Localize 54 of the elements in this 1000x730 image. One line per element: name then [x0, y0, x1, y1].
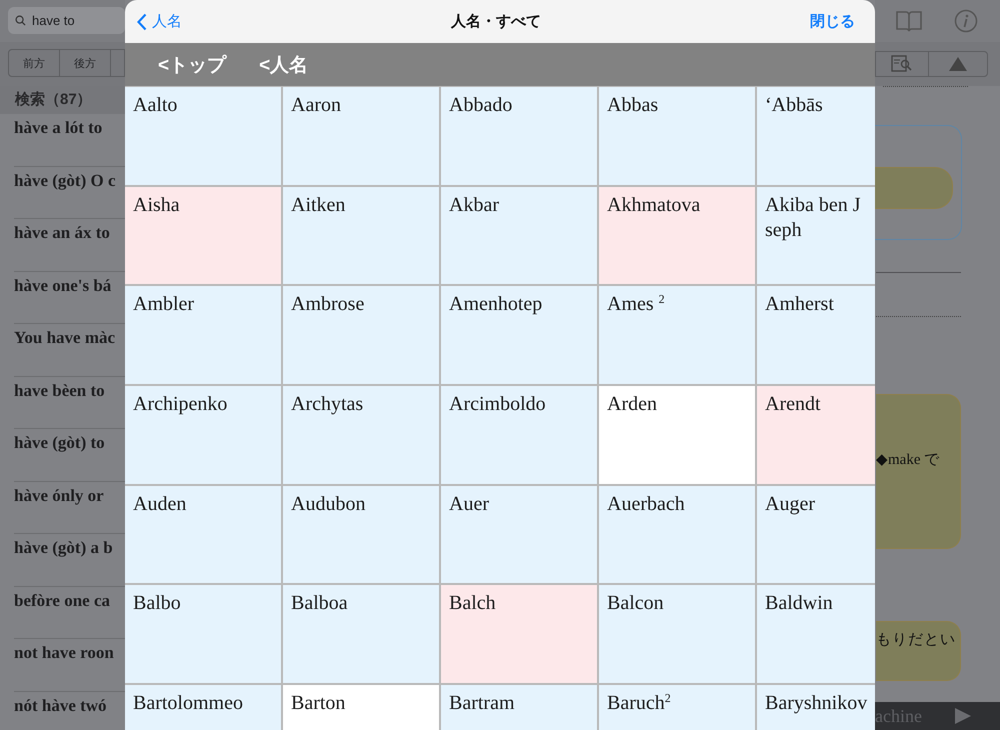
name-cell[interactable]: Abbado [441, 87, 597, 185]
name-cell[interactable]: Archipenko [125, 386, 281, 484]
play-icon[interactable] [954, 707, 972, 725]
search-text: have to [32, 13, 75, 28]
results-header: 検索（87） [0, 86, 125, 114]
breadcrumb-link[interactable]: <人名 [259, 52, 308, 78]
name-cell[interactable]: Auerbach [599, 486, 755, 584]
close-button[interactable]: 閉じる [755, 12, 855, 31]
name-cell[interactable]: Akhmatova [599, 186, 755, 284]
name-cell[interactable]: Balbo [125, 585, 281, 684]
name-cell[interactable]: Barton [283, 685, 439, 730]
name-cell[interactable]: Amherst [757, 286, 875, 384]
search-document-icon [891, 55, 913, 73]
dialog-title: 人名・すべて [451, 12, 541, 31]
name-cell[interactable]: Ambrose [283, 286, 439, 384]
name-cell[interactable]: Baryshnikov [757, 685, 875, 730]
scroll-up-button[interactable] [928, 51, 988, 77]
name-cell[interactable]: Archytas [283, 386, 439, 484]
search-document-button[interactable] [875, 51, 928, 77]
book-icon[interactable] [896, 10, 922, 32]
name-cell[interactable]: Akiba ben J seph [757, 186, 875, 284]
name-cell[interactable]: Balcon [599, 585, 755, 684]
name-cell[interactable]: Arcimboldo [441, 386, 597, 484]
name-cell[interactable]: Baldwin [757, 585, 875, 684]
triangle-icon [948, 56, 968, 72]
name-cell[interactable]: Auden [125, 486, 281, 584]
name-cell[interactable]: Ambler [125, 286, 281, 384]
note-text: もりだとい [876, 632, 956, 648]
name-cell[interactable]: Amenhotep [441, 286, 597, 384]
breadcrumb-link[interactable]: <トップ [158, 52, 226, 78]
name-cell[interactable]: Akbar [441, 186, 597, 284]
name-cell[interactable]: Auger [757, 486, 875, 584]
name-cell[interactable]: Baruch$^{2}$ [599, 685, 755, 730]
name-cell[interactable]: Balch [441, 585, 597, 684]
search-field[interactable]: have to [8, 7, 125, 34]
name-cell[interactable]: Bartolommeo [125, 685, 281, 730]
search-icon [15, 15, 26, 26]
name-cell[interactable]: Balboa [283, 585, 439, 684]
chevron-left-icon [137, 12, 147, 30]
back-button[interactable]: 人名 [137, 12, 237, 31]
name-cell[interactable]: Aaron [283, 87, 439, 185]
name-cell[interactable]: Arden [599, 386, 755, 484]
note-text: ◆make で [876, 452, 940, 468]
name-cell[interactable]: Aalto [125, 87, 281, 185]
name-cell[interactable]: Aisha [125, 186, 281, 284]
name-cell[interactable]: Auer [441, 486, 597, 584]
name-cell[interactable]: Audubon [283, 486, 439, 584]
name-cell[interactable]: Aitken [283, 186, 439, 284]
name-cell[interactable]: Ames $^{2}$ [599, 286, 755, 384]
name-cell[interactable]: Arendt [757, 386, 875, 484]
info-icon[interactable] [954, 9, 978, 33]
name-cell[interactable]: ‘Abbās [757, 87, 875, 185]
name-cell[interactable]: Bartram [441, 685, 597, 730]
name-cell[interactable]: Abbas [599, 87, 755, 185]
